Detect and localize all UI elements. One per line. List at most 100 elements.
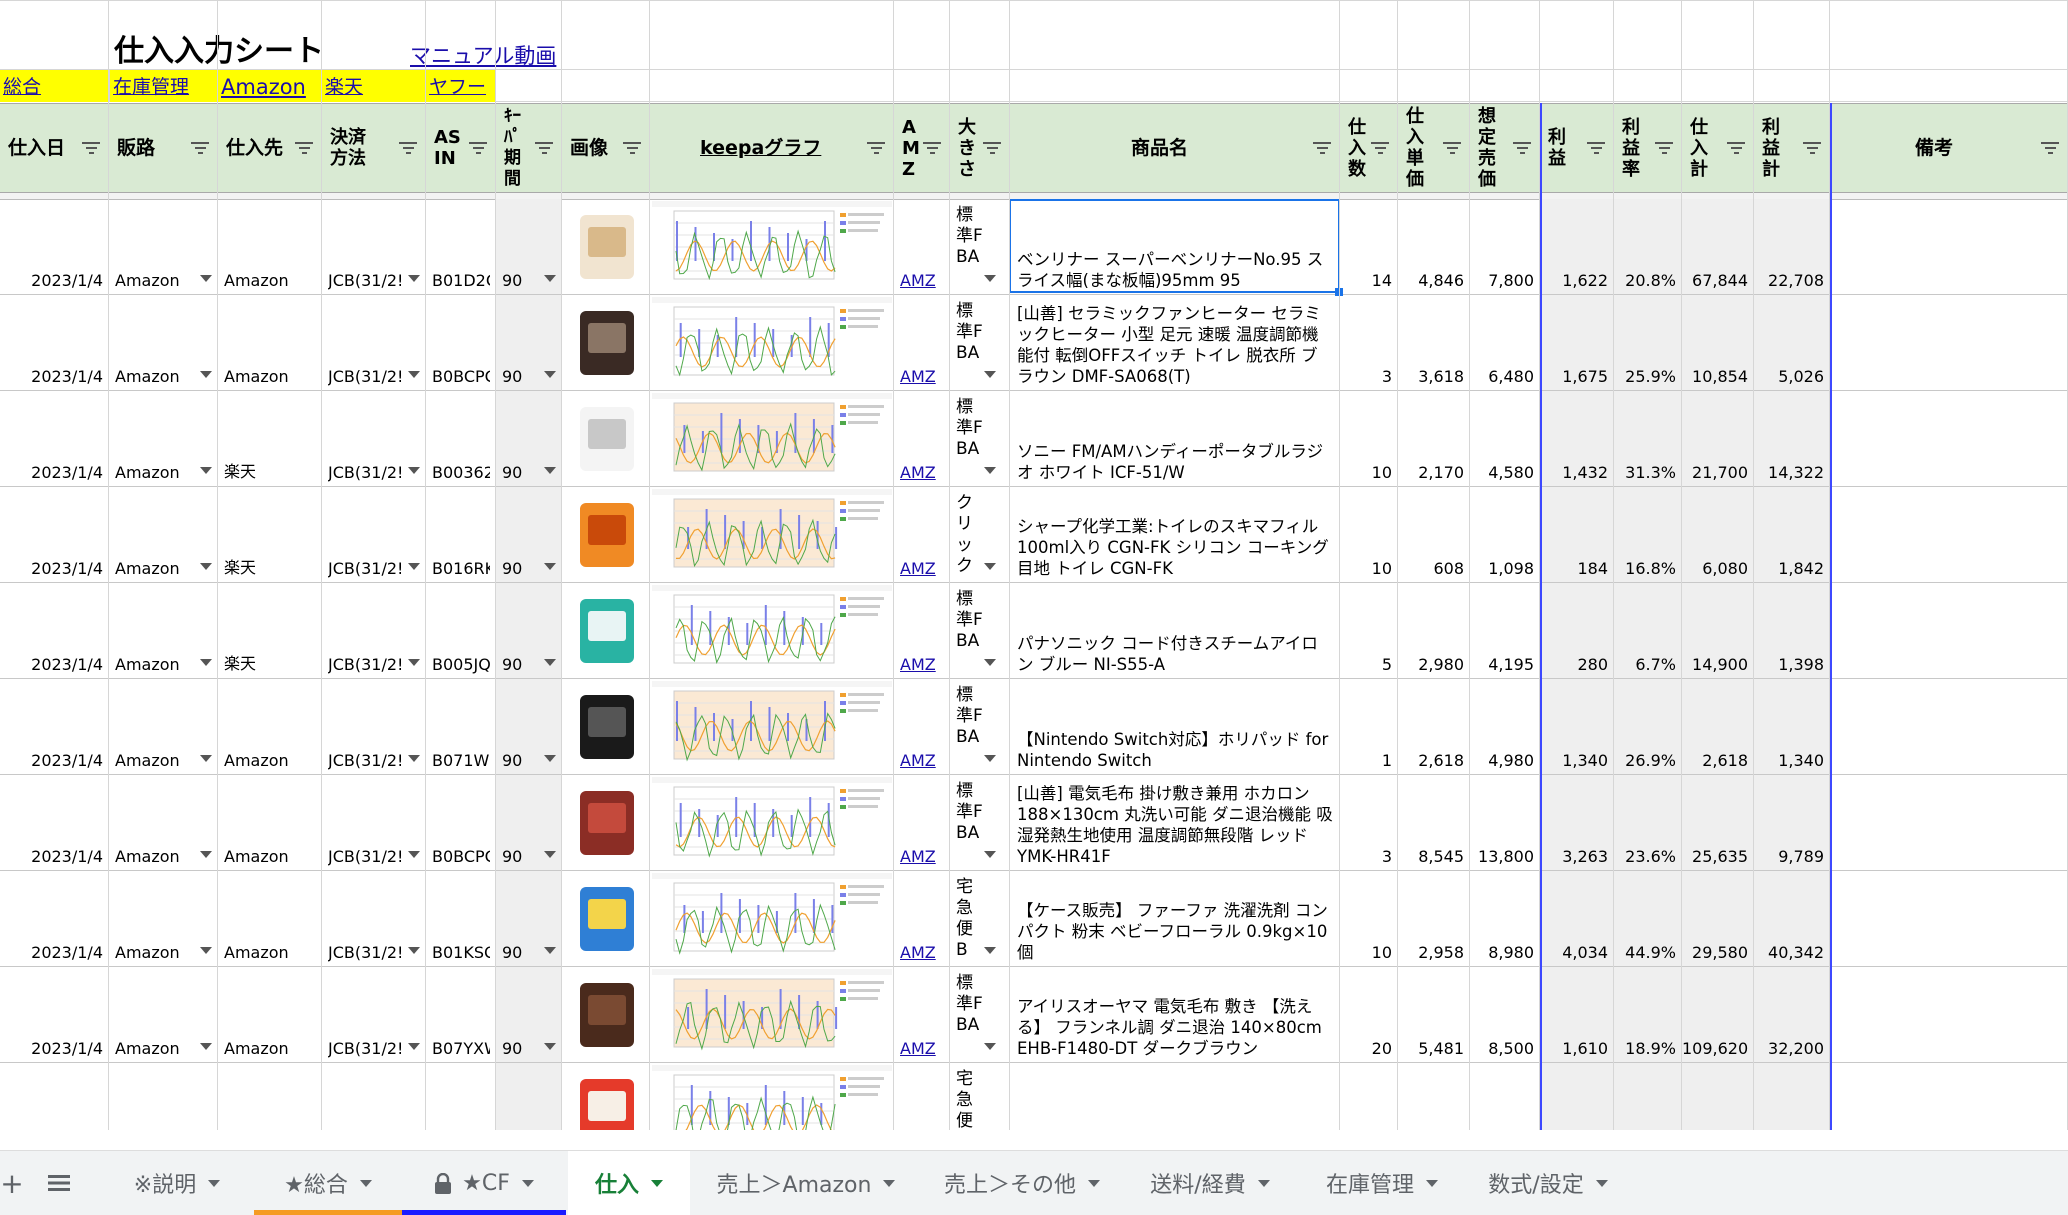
purchase-total-cell[interactable]: 25,635	[1682, 775, 1754, 870]
chevron-down-icon[interactable]	[984, 563, 996, 570]
qty-cell[interactable]: 3	[1340, 295, 1398, 390]
filter-icon[interactable]	[1655, 142, 1673, 156]
filter-icon[interactable]	[535, 142, 553, 156]
asin-cell[interactable]: B07YXW	[426, 967, 496, 1062]
chevron-down-icon[interactable]	[200, 851, 212, 858]
asin-cell[interactable]: B0BCPC1:	[426, 775, 496, 870]
filter-icon[interactable]	[399, 142, 417, 156]
column-header[interactable]: 仕入先	[218, 103, 322, 193]
link-sogo[interactable]: 総合	[0, 70, 110, 102]
notes-cell[interactable]	[1831, 583, 2068, 678]
filter-icon[interactable]	[1587, 142, 1605, 156]
chevron-down-icon[interactable]	[200, 755, 212, 762]
purchase-total-cell[interactable]: 109,620	[1682, 967, 1754, 1062]
profit-total-cell[interactable]: 40,342	[1754, 871, 1830, 966]
chevron-down-icon[interactable]	[408, 851, 420, 858]
profit-cell[interactable]: 1,610	[1540, 967, 1614, 1062]
profit-cell[interactable]: 1,622	[1540, 199, 1614, 294]
period-cell[interactable]: 90	[496, 871, 562, 966]
all-sheets-icon[interactable]	[44, 1151, 74, 1215]
asin-cell[interactable]: B01D2C0.	[426, 199, 496, 294]
period-cell[interactable]: 90	[496, 391, 562, 486]
qty-cell[interactable]	[1340, 1063, 1398, 1130]
notes-cell[interactable]	[1831, 487, 2068, 582]
purchase-total-cell[interactable]: 67,844	[1682, 199, 1754, 294]
chevron-down-icon[interactable]	[544, 851, 556, 858]
date-cell[interactable]: 2023/1/4	[0, 295, 109, 390]
profit-total-cell[interactable]: 9,789	[1754, 775, 1830, 870]
period-cell[interactable]: 90	[496, 679, 562, 774]
sheet-tab[interactable]: 送料/経費	[1124, 1151, 1296, 1215]
channel-cell[interactable]: Amazon	[109, 199, 218, 294]
profit-cell[interactable]: 1,432	[1540, 391, 1614, 486]
column-header[interactable]: 備考	[1831, 103, 2068, 193]
amz-link[interactable]: AMZ	[892, 751, 950, 770]
qty-cell[interactable]: 10	[1340, 871, 1398, 966]
qty-cell[interactable]: 20	[1340, 967, 1398, 1062]
notes-cell[interactable]	[1831, 967, 2068, 1062]
chevron-down-icon[interactable]	[200, 563, 212, 570]
column-header[interactable]: 決済 方法	[322, 103, 426, 193]
chevron-down-icon[interactable]	[200, 467, 212, 474]
link-yahoo[interactable]: ヤフー	[426, 70, 496, 102]
sheet-tab[interactable]: ★総合	[254, 1151, 402, 1215]
sale-price-cell[interactable]: 6,480	[1470, 295, 1540, 390]
column-header[interactable]: AS IN	[426, 103, 496, 193]
qty-cell[interactable]: 10	[1340, 391, 1398, 486]
payment-cell[interactable]: JCB(31/2!	[322, 487, 426, 582]
supplier-cell[interactable]	[218, 1063, 322, 1130]
column-header[interactable]: 仕入日	[0, 103, 109, 193]
add-sheet-icon[interactable]: +	[0, 1151, 24, 1215]
sale-price-cell[interactable]: 8,980	[1470, 871, 1540, 966]
notes-cell[interactable]	[1831, 295, 2068, 390]
chevron-down-icon[interactable]	[1426, 1179, 1438, 1187]
chevron-down-icon[interactable]	[984, 371, 996, 378]
chevron-down-icon[interactable]	[544, 563, 556, 570]
filter-icon[interactable]	[2041, 142, 2059, 156]
profit-total-cell[interactable]: 1,842	[1754, 487, 1830, 582]
unit-price-cell[interactable]: 2,958	[1398, 871, 1470, 966]
profit-cell[interactable]	[1540, 1063, 1614, 1130]
unit-price-cell[interactable]: 5,481	[1398, 967, 1470, 1062]
channel-cell[interactable]: Amazon	[109, 583, 218, 678]
date-cell[interactable]: 2023/1/4	[0, 487, 109, 582]
date-cell[interactable]: 2023/1/4	[0, 967, 109, 1062]
chevron-down-icon[interactable]	[984, 755, 996, 762]
column-header[interactable]: 仕入計	[1682, 103, 1754, 193]
channel-cell[interactable]: Amazon	[109, 967, 218, 1062]
payment-cell[interactable]: JCB(31/2!	[322, 391, 426, 486]
chevron-down-icon[interactable]	[200, 1043, 212, 1050]
chevron-down-icon[interactable]	[1257, 1179, 1270, 1187]
amz-link[interactable]: AMZ	[892, 367, 950, 386]
profit-cell[interactable]: 1,340	[1540, 679, 1614, 774]
sheet-tab[interactable]: ★CF	[402, 1151, 566, 1215]
chevron-down-icon[interactable]	[408, 659, 420, 666]
sale-price-cell[interactable]: 4,980	[1470, 679, 1540, 774]
amz-cell[interactable]	[894, 1063, 950, 1130]
column-header[interactable]: 画像	[562, 103, 650, 193]
filter-icon[interactable]	[623, 142, 641, 156]
chevron-down-icon[interactable]	[984, 851, 996, 858]
qty-cell[interactable]: 10	[1340, 487, 1398, 582]
profit-cell[interactable]: 1,675	[1540, 295, 1614, 390]
channel-cell[interactable]: Amazon	[109, 295, 218, 390]
period-cell[interactable]: 90	[496, 295, 562, 390]
chevron-down-icon[interactable]	[1088, 1179, 1100, 1187]
sale-price-cell[interactable]: 4,580	[1470, 391, 1540, 486]
chevron-down-icon[interactable]	[408, 1043, 420, 1050]
asin-cell[interactable]: B071W13	[426, 679, 496, 774]
payment-cell[interactable]: JCB(31/2!	[322, 583, 426, 678]
amz-link[interactable]: AMZ	[892, 655, 950, 674]
sheet-tab[interactable]: 仕入	[568, 1151, 690, 1215]
filter-icon[interactable]	[1513, 142, 1531, 156]
chevron-down-icon[interactable]	[200, 371, 212, 378]
amz-link[interactable]: AMZ	[892, 559, 950, 578]
filter-icon[interactable]	[923, 142, 941, 156]
chevron-down-icon[interactable]	[408, 947, 420, 954]
unit-price-cell[interactable]: 3,618	[1398, 295, 1470, 390]
purchase-total-cell[interactable]: 2,618	[1682, 679, 1754, 774]
filter-icon[interactable]	[1313, 142, 1331, 156]
profit-rate-cell[interactable]: 6.7%	[1614, 583, 1682, 678]
column-header[interactable]: 販路	[109, 103, 218, 193]
amz-link[interactable]: AMZ	[892, 271, 950, 290]
